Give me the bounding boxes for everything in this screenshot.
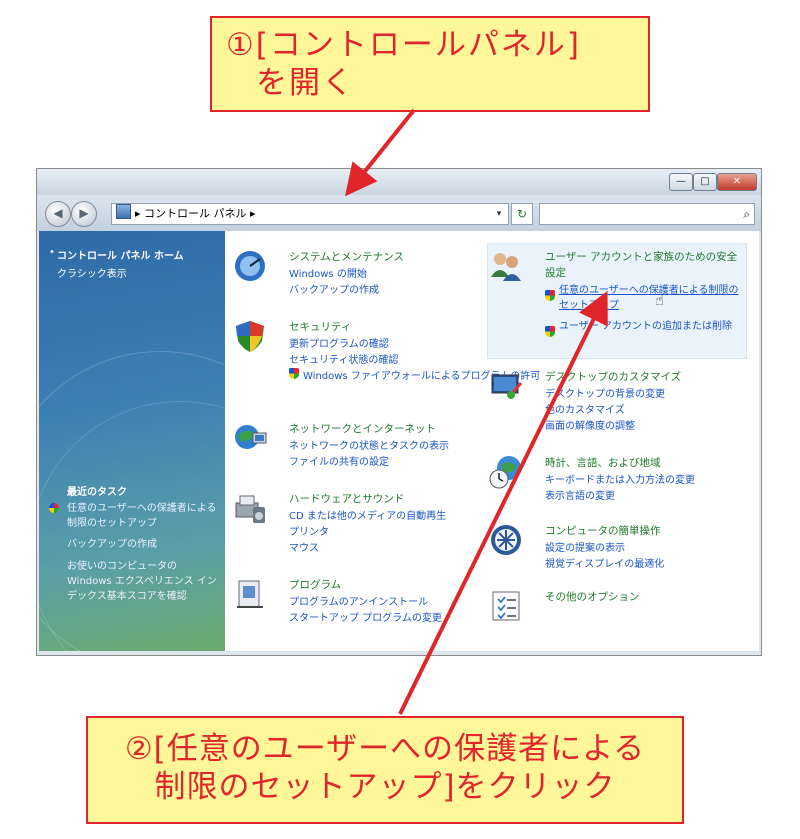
address-bar[interactable]: ▸ コントロール パネル ▸ ▾ [111, 203, 509, 225]
category-title[interactable]: ユーザー アカウントと家族のための安全設定 [545, 249, 741, 281]
security-shield-icon [545, 326, 555, 337]
category-title[interactable]: その他のオプション [545, 589, 640, 604]
category-link[interactable]: ユーザー アカウントの追加または削除 [559, 319, 739, 334]
search-icon[interactable]: ⌕ [743, 204, 750, 224]
security-shield-icon [289, 368, 299, 379]
address-dropdown-icon[interactable]: ▾ [492, 204, 506, 224]
hardware-sound-icon [235, 495, 265, 523]
sidebar: • コントロール パネル ホーム クラシック表示 最近のタスク 任意のユーザーへ… [39, 231, 225, 651]
back-button[interactable]: ◀ [45, 201, 71, 227]
category-link[interactable]: デスクトップの背景の変更 [545, 385, 665, 400]
address-path[interactable]: コントロール パネル [144, 207, 247, 220]
category-title[interactable]: プログラム [289, 577, 341, 592]
maximize-button[interactable]: □ [693, 173, 717, 191]
category-title[interactable]: デスクトップのカスタマイズ [545, 369, 681, 384]
recent-task-backup[interactable]: バックアップの作成 [67, 537, 217, 552]
parental-controls-link[interactable]: 任意のユーザーへの保護者による制限のセットアップ [559, 283, 739, 313]
callout-step1: ①[コントロールパネル] を開く [210, 16, 650, 112]
category-link[interactable]: バックアップの作成 [289, 281, 379, 296]
appearance-icon [491, 374, 523, 399]
category-link[interactable]: Windows の開始 [289, 265, 367, 280]
category-link[interactable]: CD または他のメディアの自動再生 [289, 507, 446, 522]
category-link[interactable]: スタートアップ プログラムの変更 [289, 609, 442, 624]
security-shield-icon [236, 321, 264, 352]
category-title[interactable]: セキュリティ [289, 319, 351, 334]
control-panel-window: — □ ✕ ◀ ▶ ▸ コントロール パネル ▸ ▾ ↻ ⌕ • コントロール … [36, 168, 762, 656]
additional-options-icon [492, 591, 520, 621]
sidebar-item-classic-view[interactable]: クラシック表示 [57, 265, 127, 280]
category-link[interactable]: 表示言語の変更 [545, 487, 615, 502]
category-link[interactable]: ネットワークの状態とタスクの表示 [289, 437, 449, 452]
category-title[interactable]: 時計、言語、および地域 [545, 455, 661, 470]
recent-task-parental-controls[interactable]: 任意のユーザーへの保護者による制限のセットアップ [67, 501, 217, 531]
recent-tasks-heading: 最近のタスク [67, 487, 127, 498]
category-link[interactable]: プログラムのアンインストール [289, 593, 428, 608]
navigation-bar: ◀ ▶ ▸ コントロール パネル ▸ ▾ ↻ ⌕ [37, 195, 761, 231]
ease-of-access-icon [491, 525, 521, 555]
search-input[interactable]: ⌕ [539, 203, 755, 225]
forward-button[interactable]: ▶ [71, 201, 97, 227]
minimize-button[interactable]: — [669, 173, 693, 191]
category-link[interactable]: 画面の解像度の調整 [545, 417, 635, 432]
network-internet-icon [235, 425, 267, 449]
category-link[interactable]: セキュリティ状態の確認 [289, 351, 398, 366]
hand-cursor-icon: ☝ [655, 291, 665, 309]
system-maintenance-icon [235, 251, 265, 281]
category-link[interactable]: 色のカスタマイズ [545, 401, 625, 416]
user-accounts-icon [491, 253, 521, 281]
category-link[interactable]: 設定の提案の表示 [545, 539, 625, 554]
programs-icon [237, 580, 263, 608]
security-shield-icon [545, 290, 555, 301]
category-title[interactable]: コンピュータの簡単操作 [545, 523, 661, 538]
control-panel-icon [116, 204, 131, 219]
recent-task-experience-index[interactable]: お使いのコンピュータの Windows エクスペリエンス インデックス基本スコア… [67, 559, 217, 604]
category-link[interactable]: マウス [289, 539, 319, 554]
category-link[interactable]: キーボードまたは入力方法の変更 [545, 471, 695, 486]
callout-step2-line1: ②[任意のユーザーへの保護者による [124, 731, 646, 767]
category-link[interactable]: 更新プログラムの確認 [289, 335, 389, 350]
clock-globe-icon [489, 456, 521, 489]
address-separator: ▸ [135, 207, 141, 220]
callout-step1-line2: を開く [256, 65, 355, 101]
category-title[interactable]: システムとメンテナンス [289, 249, 404, 264]
sidebar-item-home[interactable]: コントロール パネル ホーム [57, 247, 184, 262]
category-link[interactable]: ファイルの共有の設定 [289, 453, 389, 468]
bullet-icon: • [49, 247, 55, 258]
main-panel: システムとメンテナンス Windows の開始 バックアップの作成 セキュリティ… [225, 231, 759, 651]
address-trail: ▸ [250, 207, 256, 220]
callout-step2-line2: 制限のセットアップ]をクリック [154, 769, 616, 805]
callout-step2: ②[任意のユーザーへの保護者による 制限のセットアップ]をクリック [86, 716, 684, 824]
title-bar: — □ ✕ [37, 169, 761, 195]
category-link[interactable]: 視覚ディスプレイの最適化 [545, 555, 664, 570]
security-shield-icon [49, 503, 59, 513]
refresh-icon[interactable]: ↻ [511, 203, 533, 225]
category-link[interactable]: プリンタ [289, 523, 329, 538]
callout-step1-line1: ①[コントロールパネル] [226, 27, 581, 63]
category-title[interactable]: ハードウェアとサウンド [289, 491, 404, 506]
category-title[interactable]: ネットワークとインターネット [289, 421, 436, 436]
close-button[interactable]: ✕ [717, 173, 757, 191]
